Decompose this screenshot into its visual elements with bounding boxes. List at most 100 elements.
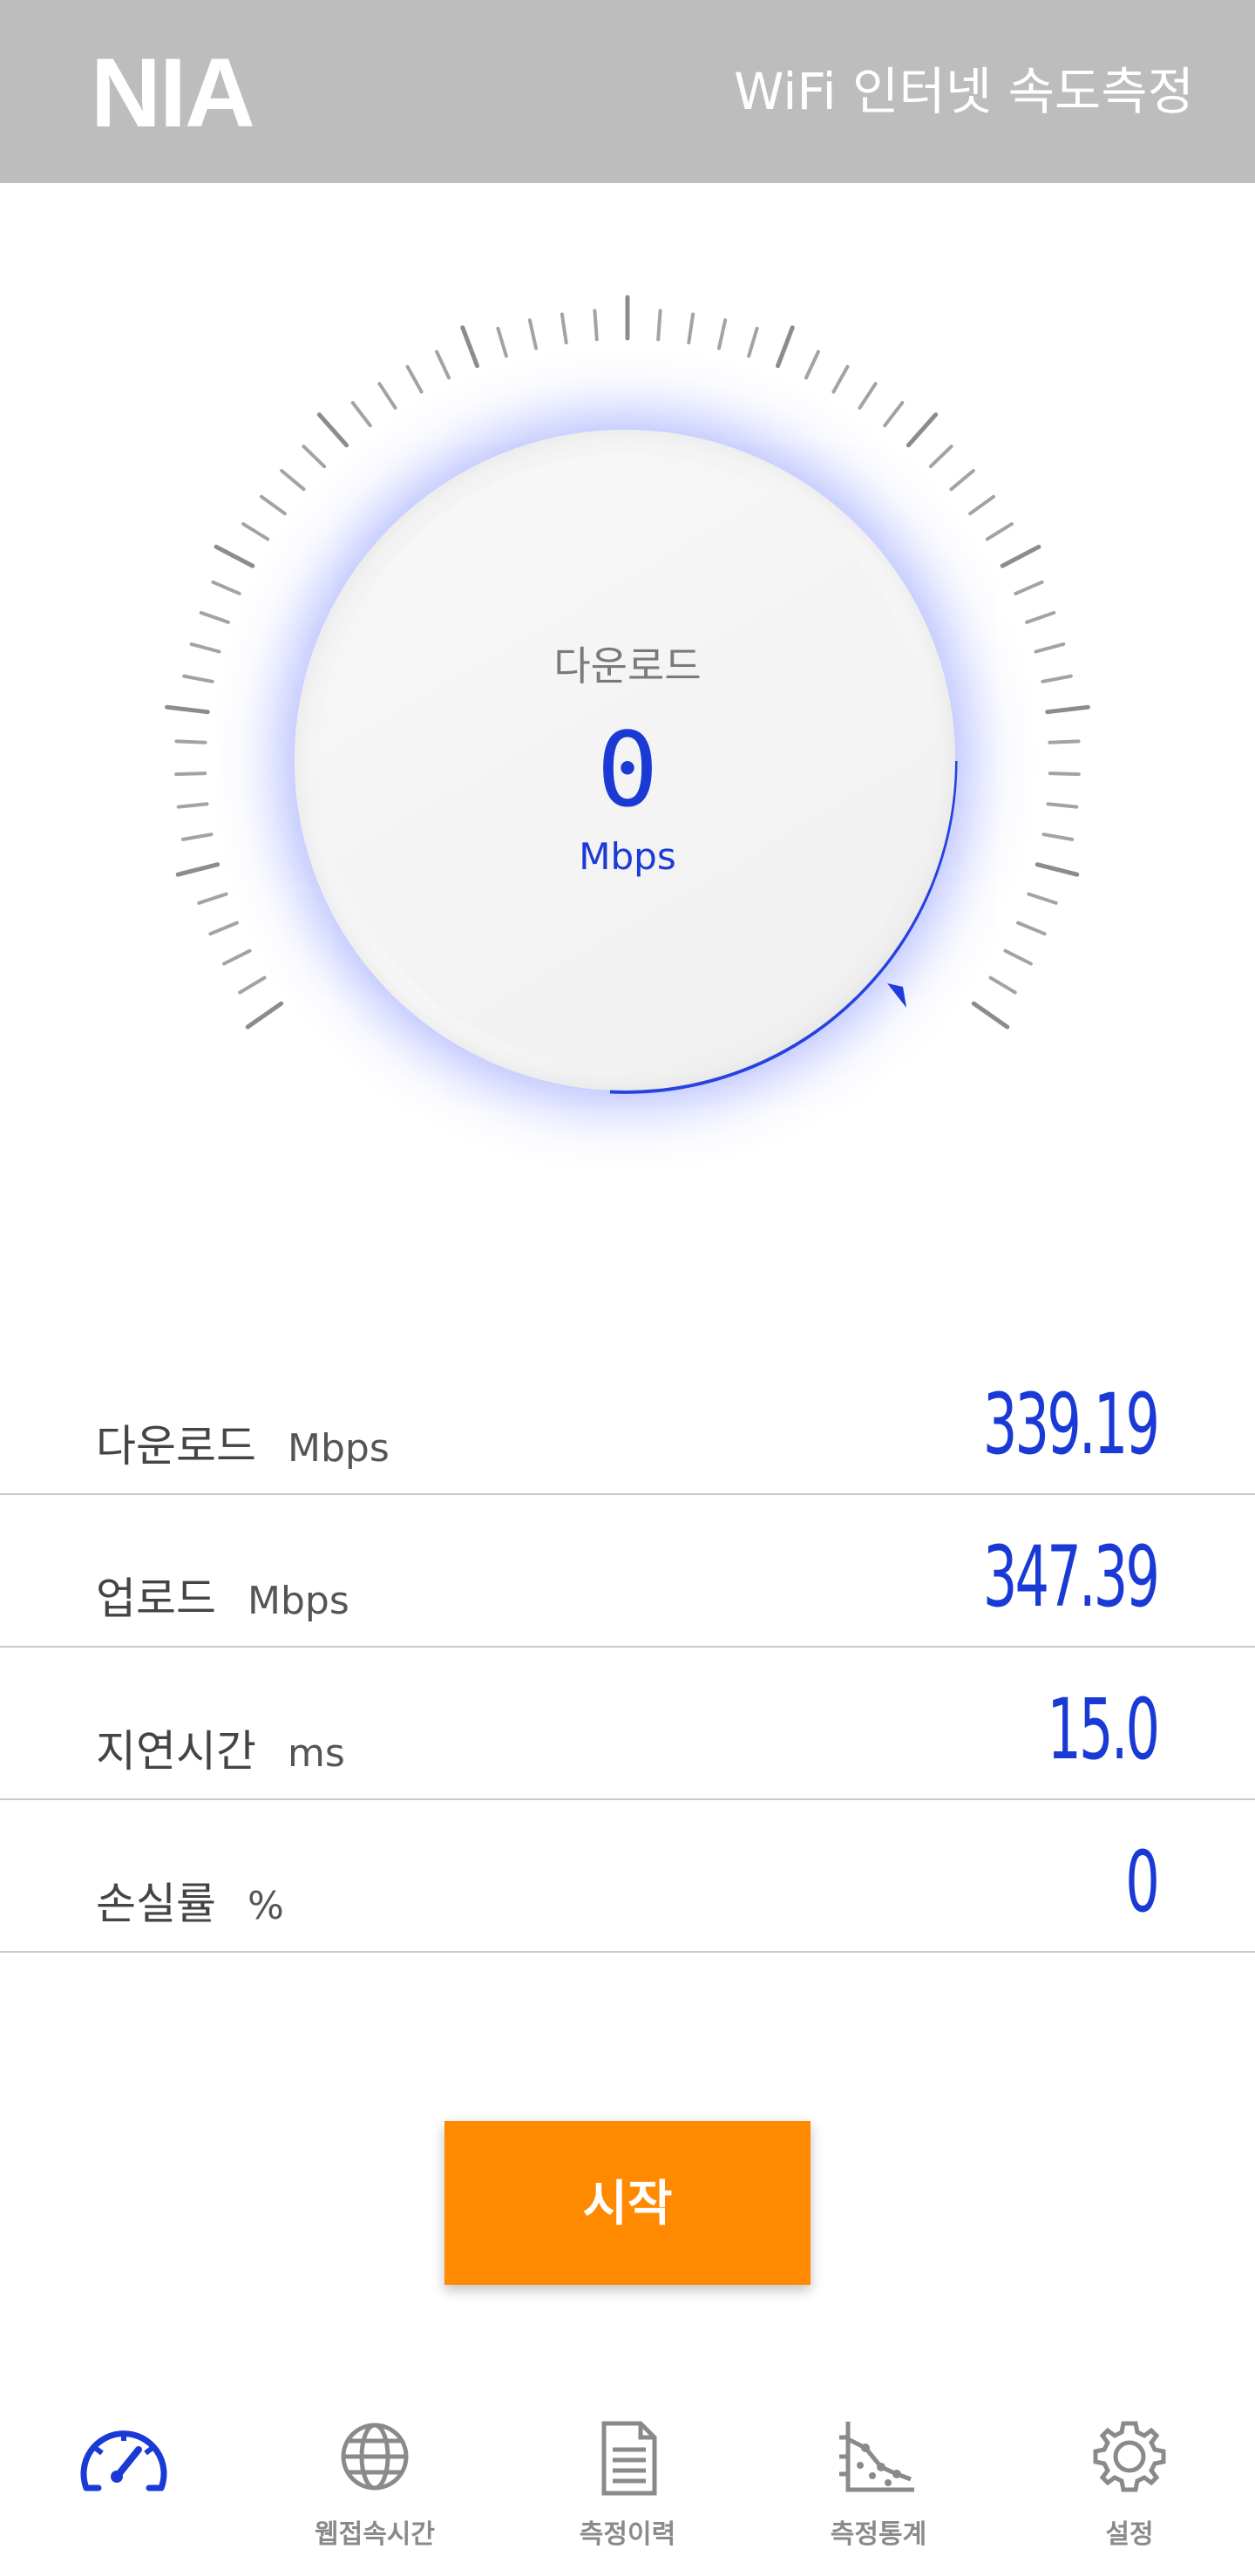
gauge-tick (350, 401, 372, 428)
result-unit: ms (288, 1731, 345, 1776)
gauge-tick (985, 522, 1014, 541)
gauge-tick (197, 892, 228, 905)
result-label: 업로드 (96, 1573, 216, 1624)
nav-label: 측정통계 (830, 2519, 927, 2550)
result-value: 15.0 (1047, 1681, 1160, 1778)
nav-item-web-access-time[interactable]: 웹접속시간 (288, 2406, 462, 2576)
gauge-tick (222, 948, 252, 966)
gauge-tick (593, 309, 599, 342)
gauge-tick (968, 494, 995, 516)
gauge-tick (831, 364, 850, 394)
speedometer-icon (80, 2430, 167, 2491)
result-unit: Mbps (248, 1579, 349, 1623)
gauge-tick (302, 445, 327, 469)
gauge-tick (175, 862, 220, 877)
gauge-tick (316, 412, 349, 448)
gear-icon (1093, 2421, 1166, 2492)
result-label: 지연시간 (96, 1726, 256, 1777)
gauge-unit: Mbps (579, 835, 676, 878)
globe-icon (341, 2423, 409, 2491)
gauge-tick (527, 318, 538, 350)
gauge-tick (1016, 921, 1047, 936)
result-unit: Mbps (288, 1426, 390, 1471)
gauge-tick (214, 544, 255, 568)
gauge-tick (687, 312, 695, 345)
nav-item-settings[interactable]: 설정 (1042, 2406, 1217, 2576)
result-row-download: 다운로드 Mbps 339.19 (0, 1342, 1255, 1495)
gauge-tick (1045, 704, 1090, 715)
nav-item-speed-test[interactable] (37, 2406, 211, 2576)
gauge-tick (988, 975, 1017, 995)
results-list: 다운로드 Mbps 339.19 업로드 Mbps 347.39 지연시간 ms 15… (0, 1342, 1255, 1953)
gauge-tick (176, 802, 209, 809)
gauge-tick (1000, 544, 1041, 568)
gauge-tick (1027, 892, 1058, 905)
gauge-tick (460, 325, 479, 369)
gauge-tick (245, 1001, 284, 1030)
nav-label: 설정 (1105, 2519, 1154, 2550)
start-button[interactable]: 시작 (444, 2121, 811, 2285)
gauge-tick (377, 382, 397, 410)
document-icon (601, 2421, 657, 2496)
gauge-tick (747, 326, 759, 358)
gauge-tick (165, 704, 210, 715)
gauge-tick (199, 610, 230, 624)
page-title: WiFi 인터넷 속도측정 (734, 62, 1194, 121)
gauge-tick (496, 326, 508, 358)
result-value: 0 (1125, 1833, 1160, 1931)
gauge-tick (971, 1001, 1010, 1030)
nav-label: 측정이력 (579, 2519, 676, 2550)
gauge-tick (260, 494, 287, 516)
gauge-tick (1041, 674, 1073, 683)
gauge-tick (1035, 862, 1080, 877)
gauge-tick (717, 318, 728, 350)
result-row-upload: 업로드 Mbps 347.39 (0, 1495, 1255, 1648)
gauge-tick (1046, 802, 1079, 809)
gauge-tick (211, 580, 241, 595)
result-label: 손실률 (96, 1879, 216, 1929)
gauge-tick (804, 350, 820, 380)
gauge-tick (1048, 739, 1081, 744)
result-row-latency: 지연시간 ms 15.0 (0, 1648, 1255, 1800)
gauge-value: 0 (596, 710, 659, 830)
gauge-tick (182, 674, 214, 683)
gauge-tick (405, 364, 424, 394)
gauge-tick (238, 975, 267, 995)
gauge-tick (1048, 771, 1081, 777)
gauge-tick (1025, 610, 1056, 624)
gauge-tick (174, 739, 207, 744)
needle-indicator (887, 983, 906, 1008)
gauge-tick (883, 401, 905, 428)
gauge-tick (280, 469, 306, 492)
gauge-tick (1003, 948, 1033, 966)
bottom-nav: 웹접속시간 측정이력 측정통계 설정 (0, 2406, 1255, 2576)
result-value: 347.39 (982, 1528, 1160, 1626)
gauge-tick (1034, 642, 1066, 654)
gauge-tick (435, 350, 451, 380)
gauge-tick (174, 771, 207, 777)
result-label: 다운로드 (96, 1421, 256, 1472)
gauge-tick (180, 833, 214, 841)
gauge-tick (241, 522, 270, 541)
gauge-tick (189, 642, 221, 654)
app-header: NIA WiFi 인터넷 속도측정 (0, 0, 1255, 183)
nav-item-statistics[interactable]: 측정통계 (791, 2406, 966, 2576)
gauge-tick (949, 469, 975, 492)
chart-icon (839, 2422, 914, 2492)
nav-item-history[interactable]: 측정이력 (540, 2406, 715, 2576)
gauge-tick (928, 445, 953, 469)
gauge-tick (656, 309, 662, 342)
gauge-tick (1041, 833, 1075, 841)
gauge-tick (776, 325, 795, 369)
nia-logo: NIA (91, 38, 255, 147)
gauge-tick (208, 921, 239, 936)
result-unit: % (248, 1884, 284, 1928)
gauge-tick (906, 412, 939, 448)
result-value: 339.19 (982, 1376, 1160, 1473)
result-row-loss: 손실률% 0 (0, 1800, 1255, 1953)
gauge-tick (560, 312, 568, 345)
gauge-tick (858, 382, 878, 410)
gauge-tick (1014, 580, 1044, 595)
nav-label: 웹접속시간 (315, 2519, 435, 2550)
gauge-label: 다운로드 (553, 642, 702, 690)
